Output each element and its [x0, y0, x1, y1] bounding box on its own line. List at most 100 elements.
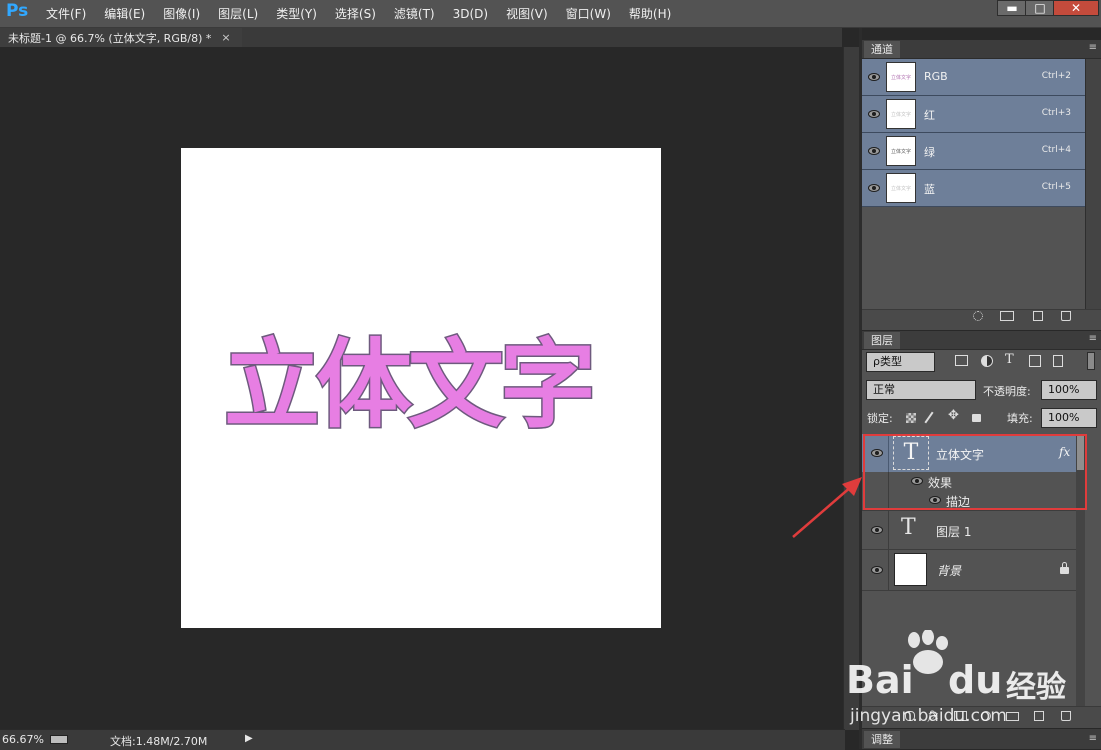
channel-row-rgb[interactable]: 立体文字 RGB Ctrl+2: [862, 59, 1085, 96]
eye-icon[interactable]: [868, 73, 880, 81]
menu-edit[interactable]: 编辑(E): [94, 5, 153, 22]
panel-menu-icon[interactable]: ≡: [1089, 734, 1097, 744]
layer-effect-stroke-row[interactable]: 描边: [862, 491, 1085, 511]
watermark-cn: 经验: [1006, 670, 1066, 705]
baidu-watermark: Bai du 经验 jingyan.baidu.com: [846, 630, 1101, 730]
shape-filter-icon[interactable]: [1029, 355, 1041, 367]
lock-move-icon[interactable]: ✥: [948, 408, 959, 423]
fill-field[interactable]: 100%: [1041, 408, 1097, 428]
channel-thumbnail: 立体文字: [886, 136, 916, 166]
layer-row-background[interactable]: 背景: [862, 550, 1085, 591]
menu-help[interactable]: 帮助(H): [619, 5, 679, 22]
effects-label: 效果: [928, 476, 953, 490]
channel-row-green[interactable]: 立体文字 绿 Ctrl+4: [862, 133, 1085, 170]
eye-icon[interactable]: [871, 449, 883, 457]
zoom-level[interactable]: 66.67%: [2, 733, 44, 746]
adjustment-filter-icon[interactable]: [981, 355, 993, 367]
canvas-text: 立体文字: [224, 329, 592, 441]
tab-channels[interactable]: 通道: [864, 41, 900, 58]
maximize-button[interactable]: □: [1025, 0, 1055, 16]
status-menu-arrow-icon[interactable]: ▶: [245, 733, 253, 744]
channel-row-red[interactable]: 立体文字 红 Ctrl+3: [862, 96, 1085, 133]
channel-name: 红: [924, 109, 935, 122]
tab-adjustments[interactable]: 调整: [864, 731, 900, 748]
channel-shortcut: Ctrl+3: [1041, 108, 1071, 118]
layer-divider: [888, 434, 889, 472]
eye-icon[interactable]: [929, 496, 941, 504]
lock-transparency-icon[interactable]: [906, 413, 916, 423]
menu-type[interactable]: 类型(Y): [266, 5, 325, 22]
menu-file[interactable]: 文件(F): [36, 5, 94, 22]
channel-row-blue[interactable]: 立体文字 蓝 Ctrl+5: [862, 170, 1085, 207]
annotation-arrow-icon: [792, 477, 862, 538]
minimize-button[interactable]: ▬: [997, 0, 1027, 16]
layer-row-layer1[interactable]: T 图层 1: [862, 511, 1085, 550]
status-bar: 66.67% 文档:1.48M/2.70M ▶: [0, 729, 845, 750]
channel-thumbnail: 立体文字: [886, 99, 916, 129]
eye-icon[interactable]: [871, 526, 883, 534]
document-tab-title: 未标题-1 @ 66.7% (立体文字, RGB/8) *: [8, 31, 212, 45]
tab-layers[interactable]: 图层: [864, 332, 900, 349]
status-preview-icon[interactable]: [50, 735, 68, 744]
document-canvas[interactable]: 立体文字: [181, 148, 661, 628]
menu-layer[interactable]: 图层(L): [208, 5, 266, 22]
photoshop-logo: Ps: [6, 1, 29, 21]
layer-name[interactable]: 图层 1: [936, 523, 971, 540]
menu-filter[interactable]: 滤镜(T): [384, 5, 443, 22]
effect-name: 描边: [946, 495, 971, 509]
eye-icon[interactable]: [868, 184, 880, 192]
fx-icon[interactable]: fx: [1059, 445, 1070, 459]
text-layer-thumbnail: T: [893, 436, 929, 470]
document-size: 文档:1.48M/2.70M: [110, 735, 208, 748]
menu-window[interactable]: 窗口(W): [556, 5, 619, 22]
layer-filter-select[interactable]: ρ类型: [866, 352, 935, 372]
vertical-scrollbar[interactable]: [843, 47, 860, 730]
save-selection-icon[interactable]: [1000, 311, 1014, 321]
eye-icon[interactable]: [871, 566, 883, 574]
main-menu: 文件(F) 编辑(E) 图像(I) 图层(L) 类型(Y) 选择(S) 滤镜(T…: [36, 0, 679, 27]
layers-panel-header: 图层 ≡: [862, 331, 1101, 350]
smart-object-filter-icon[interactable]: [1053, 355, 1063, 367]
eye-icon[interactable]: [911, 477, 923, 485]
canvas-text-layer: 立体文字: [223, 328, 598, 443]
panel-menu-icon[interactable]: ≡: [1089, 43, 1097, 53]
new-channel-icon[interactable]: [1033, 311, 1043, 321]
channel-thumbnail: 立体文字: [886, 173, 916, 203]
channel-shortcut: Ctrl+5: [1041, 182, 1071, 192]
layer-divider: [888, 491, 889, 510]
lock-all-icon[interactable]: [972, 414, 981, 422]
layer-row-3d-text[interactable]: T 立体文字 fx: [862, 434, 1085, 473]
close-window-button[interactable]: ✕: [1053, 0, 1099, 16]
document-tab[interactable]: 未标题-1 @ 66.7% (立体文字, RGB/8) * ×: [0, 28, 243, 47]
lock-label: 锁定:: [867, 412, 893, 425]
watermark-brand-2: du: [948, 658, 1003, 702]
load-selection-icon[interactable]: [973, 311, 983, 321]
menu-select[interactable]: 选择(S): [325, 5, 384, 22]
trash-icon[interactable]: [1061, 311, 1071, 321]
menu-image[interactable]: 图像(I): [153, 5, 208, 22]
menu-3d[interactable]: 3D(D): [443, 7, 496, 21]
image-filter-icon[interactable]: [955, 355, 968, 366]
channels-scrollbar[interactable]: [1085, 59, 1101, 309]
channel-thumbnail: 立体文字: [886, 62, 916, 92]
fill-label: 填充:: [1007, 412, 1033, 425]
text-layer-thumbnail: T: [901, 515, 916, 540]
layer-name[interactable]: 背景: [937, 562, 961, 579]
channel-shortcut: Ctrl+4: [1041, 145, 1071, 155]
opacity-field[interactable]: 100%: [1041, 380, 1097, 400]
channel-shortcut: Ctrl+2: [1041, 71, 1071, 81]
blend-mode-select[interactable]: 正常: [866, 380, 976, 400]
scrollbar-thumb[interactable]: [1077, 436, 1084, 470]
channels-panel-header: 通道 ≡: [862, 40, 1101, 59]
lock-shackle: [1062, 562, 1067, 568]
menu-view[interactable]: 视图(V): [496, 5, 556, 22]
layer-name[interactable]: 立体文字: [936, 446, 984, 463]
type-filter-icon[interactable]: T: [1005, 352, 1014, 367]
filter-toggle[interactable]: [1087, 352, 1095, 370]
eye-icon[interactable]: [868, 110, 880, 118]
eye-icon[interactable]: [868, 147, 880, 155]
adjust-panel-header: 调整 ≡: [862, 729, 1101, 749]
layer-effects-row[interactable]: 效果: [862, 472, 1085, 492]
panel-menu-icon[interactable]: ≡: [1089, 334, 1097, 344]
close-tab-icon[interactable]: ×: [221, 31, 230, 44]
